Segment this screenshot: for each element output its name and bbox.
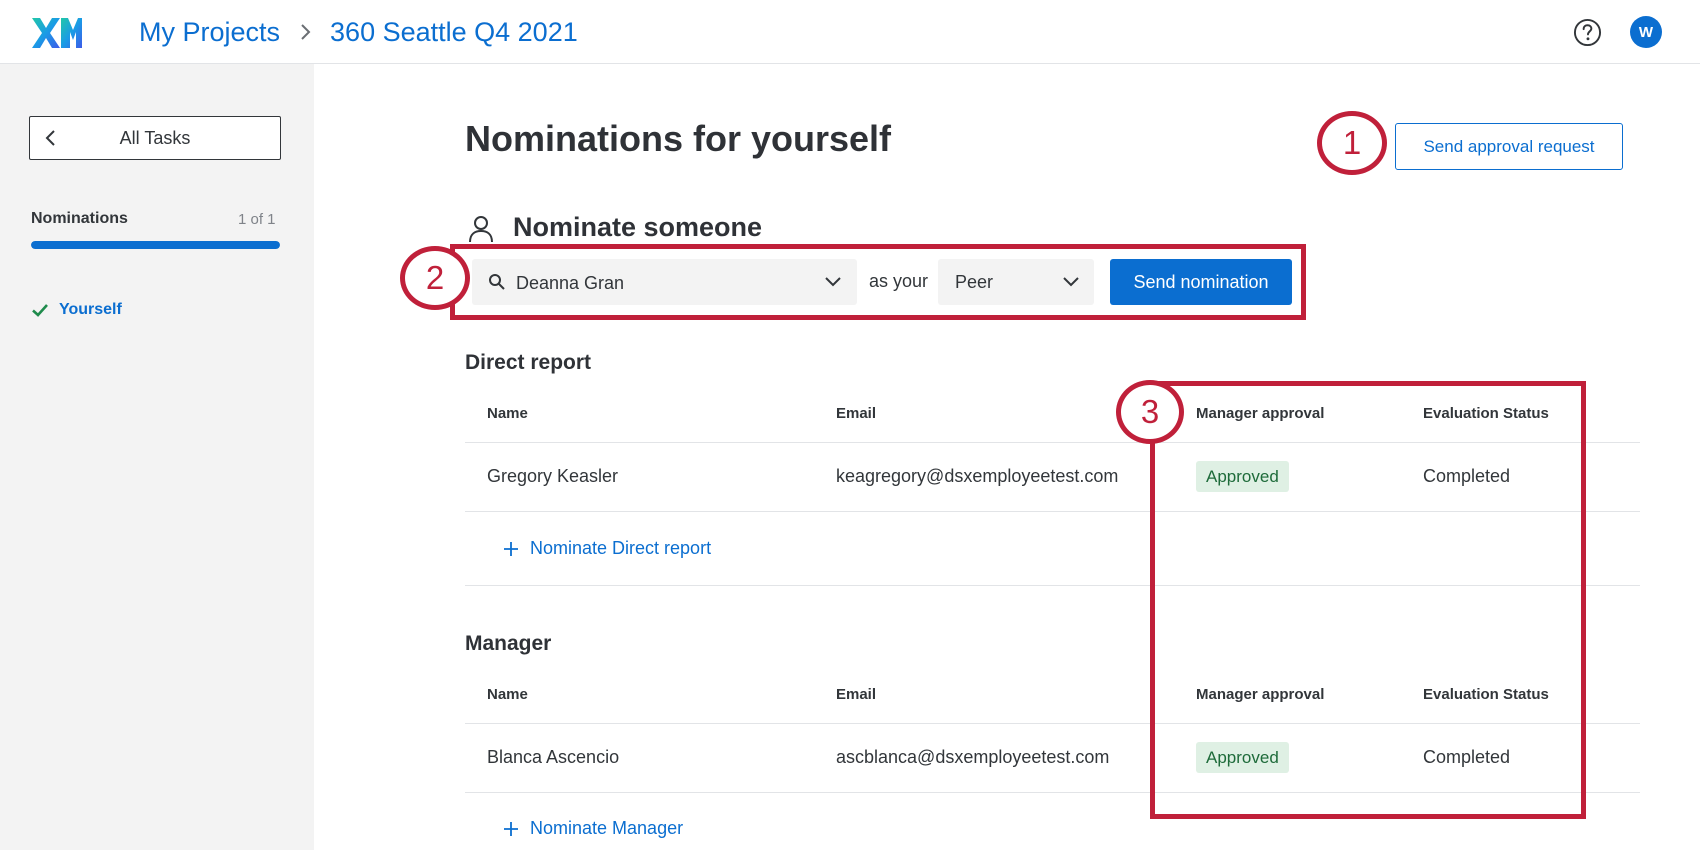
nominations-progress [31, 241, 280, 249]
nominate-direct-report-label: Nominate Direct report [530, 538, 712, 558]
row-email: keagregory@dsxemployeetest.com [836, 466, 1119, 486]
plus-icon [504, 541, 518, 556]
nominate-heading: Nominate someone [513, 212, 763, 242]
chevron-right-icon [301, 24, 311, 40]
nominations-title: Nominations [31, 210, 128, 227]
nominate-direct-report-link[interactable]: Nominate Direct report [502, 538, 711, 559]
sidebar: All Tasks Nominations 1 of 1 Yourself [0, 64, 314, 850]
person-icon [469, 216, 493, 243]
nominations-count: 1 of 1 [238, 211, 276, 228]
row-name: Gregory Keasler [487, 466, 619, 486]
column-header-email: Email [836, 686, 877, 703]
column-header-name: Name [487, 686, 528, 703]
xm-logo[interactable] [30, 12, 82, 52]
callout-box-3 [1150, 381, 1586, 819]
all-tasks-button[interactable]: All Tasks [29, 116, 281, 160]
manager-heading: Manager [465, 632, 552, 655]
row-email: ascblanca@dsxemployeetest.com [836, 747, 1110, 767]
callout-number-3: 3 [1116, 380, 1184, 444]
direct-report-heading: Direct report [465, 351, 592, 374]
user-avatar[interactable]: W [1630, 16, 1662, 48]
column-header-email: Email [836, 405, 877, 422]
callout-number-2: 2 [400, 246, 470, 310]
breadcrumb-project[interactable]: 360 Seattle Q4 2021 [330, 17, 578, 48]
check-icon [32, 304, 48, 317]
plus-icon [504, 821, 518, 836]
progress-fill [31, 241, 280, 249]
column-header-name: Name [487, 405, 528, 422]
nominate-manager-label: Nominate Manager [530, 818, 684, 838]
send-approval-request-button[interactable]: Send approval request [1395, 123, 1623, 170]
callout-box-2 [450, 244, 1306, 320]
page-title: Nominations for yourself [465, 118, 892, 159]
top-bar: My Projects 360 Seattle Q4 2021 W [0, 0, 1700, 64]
breadcrumb: My Projects 360 Seattle Q4 2021 [139, 14, 578, 50]
all-tasks-label: All Tasks [119, 127, 191, 148]
callout-number-1: 1 [1317, 111, 1387, 175]
chevron-left-icon [45, 130, 55, 146]
nominate-manager-link[interactable]: Nominate Manager [502, 818, 683, 839]
sidebar-item-label: Yourself [59, 301, 122, 318]
help-circle-icon[interactable] [1573, 18, 1602, 47]
row-name: Blanca Ascencio [487, 747, 620, 767]
breadcrumb-my-projects[interactable]: My Projects [139, 17, 280, 48]
sidebar-item-yourself[interactable]: Yourself [31, 301, 122, 319]
